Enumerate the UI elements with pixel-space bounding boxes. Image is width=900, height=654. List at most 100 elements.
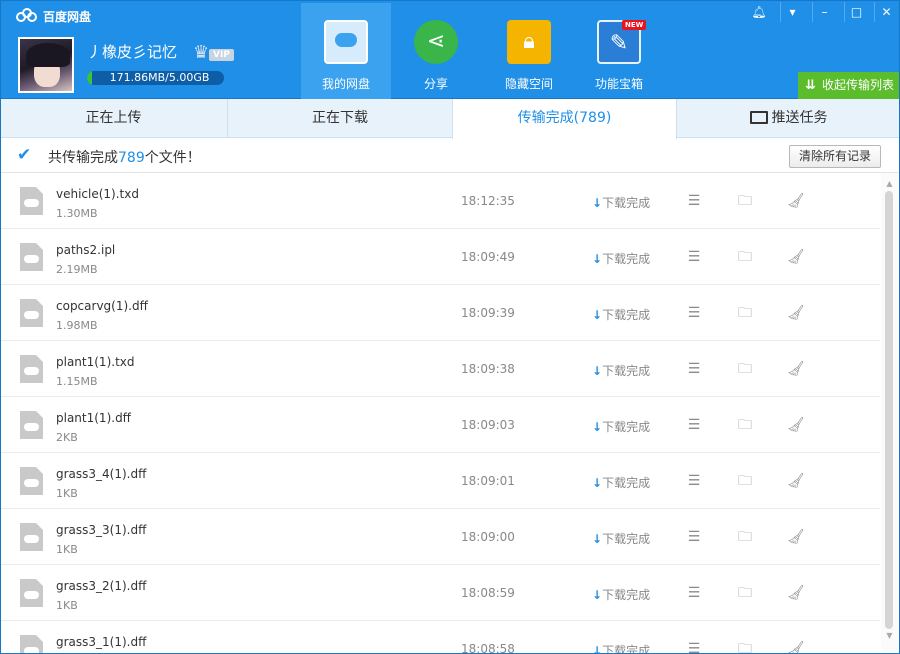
baidu-cloud-logo-icon bbox=[16, 7, 38, 24]
avatar[interactable] bbox=[18, 37, 74, 93]
transfer-time: 18:12:35 bbox=[461, 194, 515, 208]
transfer-time: 18:09:03 bbox=[461, 418, 515, 432]
list-item[interactable]: vehicle(1).txd 1.30MB 18:12:35 ↓下载完成 ☰ 🗀︎ 🧹︎ bbox=[0, 173, 880, 229]
file-name: plant1(1).dff bbox=[56, 411, 131, 425]
list-item[interactable]: grass3_1(1).dff 18:08:58 ↓下载完成 ☰ 🗀︎ 🧹︎ bbox=[0, 621, 880, 654]
completed-summary-text: 共传输完成789个文件！ bbox=[48, 150, 201, 166]
list-item[interactable]: copcarvg(1).dff 1.98MB 18:09:39 ↓下载完成 ☰ 🗀︎ 🧹︎ bbox=[0, 285, 880, 341]
clear-record-icon[interactable]: 🧹︎ bbox=[787, 193, 805, 209]
list-item[interactable]: grass3_3(1).dff 1KB 18:09:00 ↓下载完成 ☰ 🗀︎ 🧹︎ bbox=[0, 509, 880, 565]
transfer-status-label: 下载完成 bbox=[602, 644, 651, 654]
menu-icon[interactable]: ▾ bbox=[780, 2, 804, 22]
list-item[interactable]: plant1(1).dff 2KB 18:09:03 ↓下载完成 ☰ 🗀︎ 🧹︎ bbox=[0, 397, 880, 453]
file-icon bbox=[20, 299, 43, 327]
file-details-icon[interactable]: ☰ bbox=[686, 641, 702, 654]
file-size: 1KB bbox=[56, 599, 78, 612]
tab-push-tasks[interactable]: 推送任务 bbox=[677, 99, 900, 138]
transfer-status: ↓下载完成 bbox=[592, 474, 650, 491]
scroll-down-icon[interactable]: ▼ bbox=[885, 631, 894, 640]
notification-icon[interactable]: 🔔︎ bbox=[747, 2, 771, 22]
transfer-time: 18:09:01 bbox=[461, 474, 515, 488]
download-arrow-icon: ↓ bbox=[592, 476, 603, 490]
minimize-icon[interactable]: – bbox=[812, 2, 836, 22]
file-name: copcarvg(1).dff bbox=[56, 299, 148, 313]
transfer-status-label: 下载完成 bbox=[602, 420, 651, 434]
list-item[interactable]: plant1(1).txd 1.15MB 18:09:38 ↓下载完成 ☰ 🗀︎ 🧹︎ bbox=[0, 341, 880, 397]
file-details-icon[interactable]: ☰ bbox=[686, 585, 702, 601]
open-folder-icon[interactable]: 🗀︎ bbox=[737, 417, 753, 433]
scrollbar[interactable]: ▲ ▼ bbox=[881, 173, 898, 652]
monitor-icon bbox=[749, 111, 768, 124]
file-size: 2.19MB bbox=[56, 263, 98, 276]
clear-record-icon[interactable]: 🧹︎ bbox=[787, 305, 805, 321]
file-name: paths2.ipl bbox=[56, 243, 116, 257]
file-size: 1.15MB bbox=[56, 375, 98, 388]
close-icon[interactable]: ✕ bbox=[874, 2, 898, 22]
open-folder-icon[interactable]: 🗀︎ bbox=[737, 585, 753, 601]
file-icon bbox=[20, 579, 43, 607]
collapse-transfer-list-button[interactable]: ⇊ 收起传输列表 bbox=[798, 72, 900, 99]
open-folder-icon[interactable]: 🗀︎ bbox=[737, 361, 753, 377]
maximize-icon[interactable]: □ bbox=[844, 2, 868, 22]
clear-record-icon[interactable]: 🧹︎ bbox=[787, 473, 805, 489]
clear-record-icon[interactable]: 🧹︎ bbox=[787, 417, 805, 433]
nav-hidden-space[interactable]: 🔒︎ 隐藏空间 bbox=[484, 3, 574, 99]
file-name: grass3_1(1).dff bbox=[56, 635, 147, 649]
vip-badge[interactable]: ♛ VIP bbox=[193, 43, 235, 63]
transfer-status-label: 下载完成 bbox=[602, 308, 651, 322]
checkmark-icon: ✔ bbox=[17, 145, 32, 165]
file-details-icon[interactable]: ☰ bbox=[686, 249, 702, 265]
file-details-icon[interactable]: ☰ bbox=[686, 417, 702, 433]
clear-record-icon[interactable]: 🧹︎ bbox=[787, 641, 805, 654]
tab-downloading[interactable]: 正在下载 bbox=[228, 99, 453, 138]
scroll-thumb[interactable] bbox=[885, 191, 893, 629]
open-folder-icon[interactable]: 🗀︎ bbox=[737, 249, 753, 265]
clear-record-icon[interactable]: 🧹︎ bbox=[787, 249, 805, 265]
transfer-status: ↓下载完成 bbox=[592, 194, 650, 211]
transfer-status: ↓下载完成 bbox=[592, 586, 650, 603]
app-title: 百度网盘 bbox=[16, 7, 91, 25]
cloud-disk-icon bbox=[324, 20, 368, 64]
completed-summary: ✔ 共传输完成789个文件！ 清除所有记录 bbox=[0, 138, 900, 173]
completed-file-list: vehicle(1).txd 1.30MB 18:12:35 ↓下载完成 ☰ 🗀︎ 🧹︎ pa… bbox=[0, 173, 880, 654]
clear-all-records-button[interactable]: 清除所有记录 bbox=[789, 145, 881, 168]
username[interactable]: 丿橡皮彡记忆 bbox=[87, 41, 177, 62]
tab-completed[interactable]: 传输完成(789) bbox=[452, 99, 677, 139]
collapse-arrows-icon: ⇊ bbox=[805, 78, 816, 93]
open-folder-icon[interactable]: 🗀︎ bbox=[737, 473, 753, 489]
file-name: grass3_2(1).dff bbox=[56, 579, 147, 593]
file-name: grass3_3(1).dff bbox=[56, 523, 147, 537]
file-name: grass3_4(1).dff bbox=[56, 467, 147, 481]
file-icon bbox=[20, 355, 43, 383]
clear-record-icon[interactable]: 🧹︎ bbox=[787, 361, 805, 377]
vip-label: VIP bbox=[209, 49, 234, 61]
file-details-icon[interactable]: ☰ bbox=[686, 473, 702, 489]
open-folder-icon[interactable]: 🗀︎ bbox=[737, 193, 753, 209]
transfer-status-label: 下载完成 bbox=[602, 476, 651, 490]
open-folder-icon[interactable]: 🗀︎ bbox=[737, 641, 753, 654]
scroll-up-icon[interactable]: ▲ bbox=[885, 179, 894, 188]
open-folder-icon[interactable]: 🗀︎ bbox=[737, 529, 753, 545]
clear-record-icon[interactable]: 🧹︎ bbox=[787, 585, 805, 601]
file-details-icon[interactable]: ☰ bbox=[686, 361, 702, 377]
nav-share[interactable]: ⋖ 分享 bbox=[391, 3, 481, 99]
list-item[interactable]: grass3_4(1).dff 1KB 18:09:01 ↓下载完成 ☰ 🗀︎ 🧹︎ bbox=[0, 453, 880, 509]
clear-record-icon[interactable]: 🧹︎ bbox=[787, 529, 805, 545]
open-folder-icon[interactable]: 🗀︎ bbox=[737, 305, 753, 321]
nav-my-disk[interactable]: 我的网盘 bbox=[301, 3, 391, 99]
file-details-icon[interactable]: ☰ bbox=[686, 193, 702, 209]
tab-push-tasks-label: 推送任务 bbox=[771, 110, 828, 126]
file-icon bbox=[20, 635, 43, 654]
file-size: 1KB bbox=[56, 543, 78, 556]
file-details-icon[interactable]: ☰ bbox=[686, 529, 702, 545]
lock-icon: 🔒︎ bbox=[507, 20, 551, 64]
nav-my-disk-label: 我的网盘 bbox=[321, 77, 370, 91]
nav-toolbox[interactable]: ✎ NEW 功能宝箱 bbox=[574, 3, 664, 99]
tab-uploading[interactable]: 正在上传 bbox=[0, 99, 228, 138]
transfer-status: ↓下载完成 bbox=[592, 418, 650, 435]
list-item[interactable]: grass3_2(1).dff 1KB 18:08:59 ↓下载完成 ☰ 🗀︎ 🧹︎ bbox=[0, 565, 880, 621]
file-name: vehicle(1).txd bbox=[56, 187, 139, 201]
list-item[interactable]: paths2.ipl 2.19MB 18:09:49 ↓下载完成 ☰ 🗀︎ 🧹︎ bbox=[0, 229, 880, 285]
file-details-icon[interactable]: ☰ bbox=[686, 305, 702, 321]
title-bar: 百度网盘 丿橡皮彡记忆 ♛ VIP 171.86MB/5.00GB 我的网盘 ⋖… bbox=[0, 0, 900, 99]
